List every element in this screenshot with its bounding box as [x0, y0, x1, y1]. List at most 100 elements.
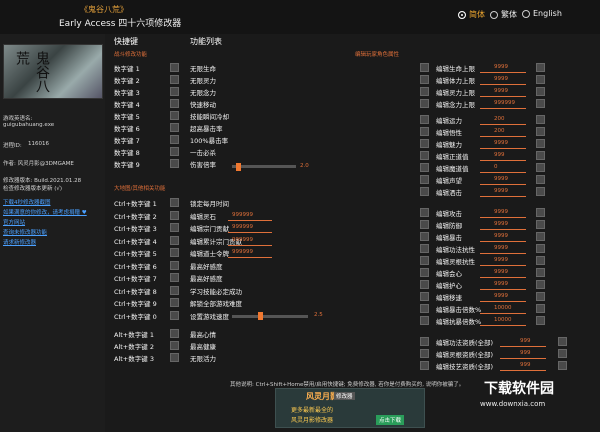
cheat-checkbox[interactable] [420, 151, 429, 160]
cheat-value[interactable]: 9999 [494, 188, 508, 194]
row-end-checkbox[interactable] [536, 244, 545, 253]
cheat-checkbox[interactable] [420, 232, 429, 241]
cheat-checkbox[interactable] [420, 244, 429, 253]
cheat-value[interactable]: 9999 [494, 64, 508, 70]
cheat-checkbox[interactable] [420, 187, 429, 196]
cheat-checkbox[interactable] [420, 99, 429, 108]
cheat-checkbox[interactable] [420, 127, 429, 136]
cheat-value[interactable]: 9999 [494, 209, 508, 215]
row-end-checkbox[interactable] [536, 139, 545, 148]
cheat-checkbox[interactable] [170, 135, 179, 144]
row-end-checkbox[interactable] [558, 337, 567, 346]
cheat-checkbox[interactable] [170, 260, 179, 270]
cheat-value[interactable]: 999999 [494, 100, 515, 106]
sidebar-link[interactable]: 查询未修改器功能 [3, 228, 47, 236]
row-end-checkbox[interactable] [536, 280, 545, 289]
row-end-checkbox[interactable] [536, 187, 545, 196]
cheat-checkbox[interactable] [420, 292, 429, 301]
cheat-value[interactable]: 9999 [494, 245, 508, 251]
row-end-checkbox[interactable] [536, 256, 545, 265]
cheat-value[interactable]: 999 [520, 350, 531, 356]
cheat-checkbox[interactable] [420, 175, 429, 184]
cheat-checkbox[interactable] [170, 273, 179, 282]
row-end-checkbox[interactable] [536, 268, 545, 277]
cheat-checkbox[interactable] [170, 198, 179, 207]
cheat-value[interactable]: 9999 [494, 257, 508, 263]
row-end-checkbox[interactable] [536, 175, 545, 184]
lang-option-simplified[interactable]: 简体 [458, 9, 485, 20]
row-end-checkbox[interactable] [536, 208, 545, 217]
cheat-checkbox[interactable] [420, 63, 429, 72]
cheat-checkbox[interactable] [170, 123, 179, 132]
cheat-checkbox[interactable] [170, 63, 179, 72]
cheat-value[interactable]: 9999 [494, 76, 508, 82]
sidebar-link[interactable]: 请求新修改器 [3, 238, 36, 246]
cheat-value[interactable]: 999999 [232, 224, 253, 230]
sidebar-link[interactable]: 官方网站 [3, 218, 25, 226]
cheat-value[interactable]: 200 [494, 128, 505, 134]
cheat-checkbox[interactable] [170, 210, 179, 220]
tab-hotkeys[interactable]: 快捷键 [114, 36, 138, 47]
row-end-checkbox[interactable] [536, 63, 545, 72]
row-end-checkbox[interactable] [536, 115, 545, 124]
row-end-checkbox[interactable] [536, 75, 545, 84]
cheat-value[interactable]: 200 [494, 116, 505, 122]
cheat-checkbox[interactable] [420, 115, 429, 124]
cheat-value[interactable]: 9999 [494, 88, 508, 94]
cheat-checkbox[interactable] [420, 361, 429, 370]
row-end-checkbox[interactable] [536, 304, 545, 313]
row-end-checkbox[interactable] [536, 316, 545, 325]
cheat-checkbox[interactable] [170, 87, 179, 96]
cheat-checkbox[interactable] [420, 280, 429, 289]
cheat-checkbox[interactable] [420, 304, 429, 313]
cheat-value[interactable]: 999 [494, 152, 505, 158]
cheat-checkbox[interactable] [420, 208, 429, 217]
cheat-checkbox[interactable] [420, 268, 429, 277]
cheat-value[interactable]: 999 [520, 338, 531, 344]
row-end-checkbox[interactable] [558, 361, 567, 370]
cheat-checkbox[interactable] [170, 159, 179, 168]
cheat-value[interactable]: 999999 [232, 212, 253, 218]
cheat-checkbox[interactable] [420, 139, 429, 148]
cheat-value[interactable]: 9999 [494, 269, 508, 275]
cheat-checkbox[interactable] [170, 99, 179, 108]
ad-banner[interactable]: 风灵月影 修改器 更多最新最全的 风灵月影修改器 点击下载 [275, 388, 425, 428]
sidebar-link[interactable]: 下载4秒修改器截图 [3, 198, 51, 206]
cheat-checkbox[interactable] [420, 163, 429, 172]
row-end-checkbox[interactable] [536, 292, 545, 301]
cheat-value[interactable]: 999 [520, 362, 531, 368]
cheat-checkbox[interactable] [170, 75, 179, 84]
cheat-value[interactable]: 9999 [494, 281, 508, 287]
cheat-checkbox[interactable] [170, 341, 179, 350]
row-end-checkbox[interactable] [536, 163, 545, 172]
row-end-checkbox[interactable] [536, 87, 545, 96]
row-end-checkbox[interactable] [536, 151, 545, 160]
ad-download-button[interactable]: 点击下载 [376, 415, 405, 425]
cheat-checkbox[interactable] [170, 147, 179, 156]
lang-option-traditional[interactable]: 繁体 [490, 9, 517, 20]
cheat-checkbox[interactable] [170, 310, 179, 320]
speed-slider-track[interactable] [232, 314, 308, 318]
cheat-value[interactable]: 9999 [494, 233, 508, 239]
cheat-value[interactable]: 9999 [494, 140, 508, 146]
damage-slider-track[interactable] [232, 165, 296, 168]
row-end-checkbox[interactable] [536, 232, 545, 241]
cheat-checkbox[interactable] [170, 329, 179, 338]
cheat-value[interactable]: 10000 [494, 317, 512, 323]
cheat-value[interactable]: 10000 [494, 305, 512, 311]
row-end-checkbox[interactable] [558, 349, 567, 358]
cheat-checkbox[interactable] [420, 316, 429, 325]
cheat-value[interactable]: 9999 [494, 221, 508, 227]
lang-option-english[interactable]: English [522, 9, 562, 18]
cheat-checkbox[interactable] [170, 298, 179, 307]
row-end-checkbox[interactable] [536, 220, 545, 229]
cheat-checkbox[interactable] [170, 248, 179, 257]
cheat-value[interactable]: 999999 [232, 237, 253, 243]
sidebar-link[interactable]: 如果满意的你修改，请考虑捐赠 ♥ [3, 208, 87, 216]
cheat-checkbox[interactable] [170, 223, 179, 232]
cheat-value[interactable]: 9999 [494, 176, 508, 182]
cheat-checkbox[interactable] [170, 235, 179, 245]
cheat-checkbox[interactable] [170, 111, 179, 120]
speed-slider-knob[interactable] [258, 311, 263, 320]
cheat-checkbox[interactable] [420, 220, 429, 229]
